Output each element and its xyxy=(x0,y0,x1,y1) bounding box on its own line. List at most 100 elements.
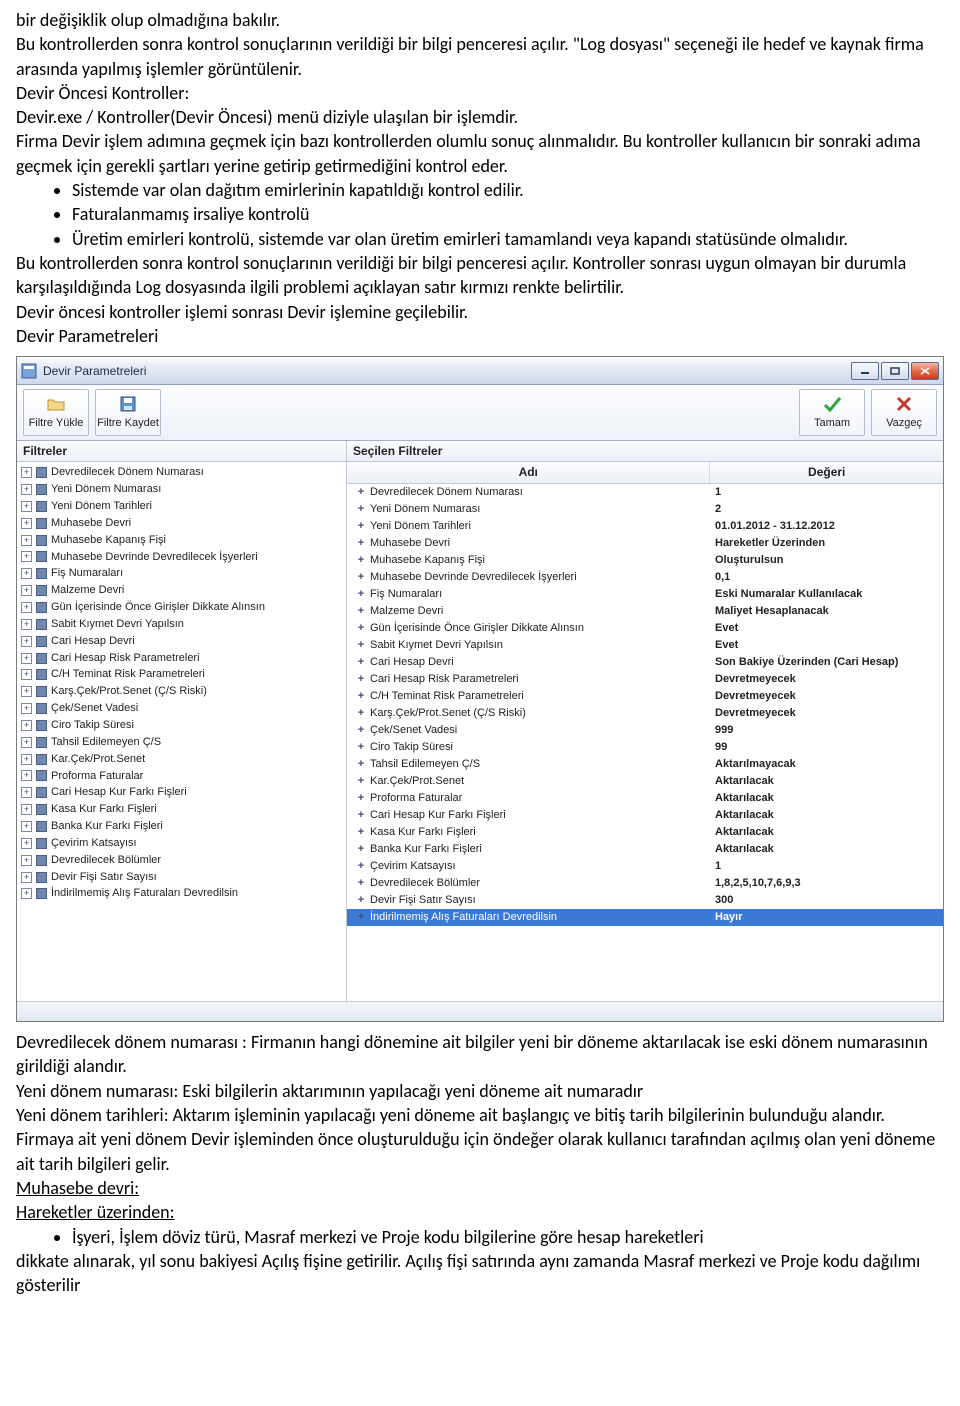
tree-item[interactable]: +Cari Hesap Kur Farkı Fişleri xyxy=(21,784,342,801)
grid-row[interactable]: +Muhasebe DevriHareketler Üzerinden xyxy=(347,535,943,552)
expand-icon[interactable]: + xyxy=(21,551,32,562)
expand-icon[interactable]: + xyxy=(355,620,367,637)
tree-item[interactable]: +Proforma Faturalar xyxy=(21,768,342,785)
tree-item[interactable]: +Tahsil Edilemeyen Ç/S xyxy=(21,734,342,751)
expand-icon[interactable]: + xyxy=(21,518,32,529)
expand-icon[interactable]: + xyxy=(21,855,32,866)
expand-icon[interactable]: + xyxy=(21,821,32,832)
grid-row[interactable]: +Cari Hesap Risk ParametreleriDevretmeye… xyxy=(347,671,943,688)
selected-filters-grid[interactable]: +Devredilecek Dönem Numarası1+Yeni Dönem… xyxy=(347,484,943,1002)
tree-item[interactable]: +Yeni Dönem Numarası xyxy=(21,481,342,498)
grid-col-value[interactable]: Değeri xyxy=(710,462,943,482)
grid-row[interactable]: +C/H Teminat Risk ParametreleriDevretmey… xyxy=(347,688,943,705)
expand-icon[interactable]: + xyxy=(21,720,32,731)
expand-icon[interactable]: + xyxy=(355,586,367,603)
filters-tree[interactable]: +Devredilecek Dönem Numarası+Yeni Dönem … xyxy=(17,462,346,1001)
expand-icon[interactable]: + xyxy=(355,603,367,620)
expand-icon[interactable]: + xyxy=(21,669,32,680)
expand-icon[interactable]: + xyxy=(21,602,32,613)
tree-item[interactable]: +Kar.Çek/Prot.Senet xyxy=(21,751,342,768)
tree-item[interactable]: +Malzeme Devri xyxy=(21,582,342,599)
cancel-button[interactable]: Vazgeç xyxy=(871,389,937,436)
expand-icon[interactable]: + xyxy=(21,467,32,478)
expand-icon[interactable]: + xyxy=(21,838,32,849)
tree-item[interactable]: +Devir Fişi Satır Sayısı xyxy=(21,869,342,886)
expand-icon[interactable]: + xyxy=(21,585,32,596)
grid-row[interactable]: +Devredilecek Bölümler1,8,2,5,10,7,6,9,3 xyxy=(347,875,943,892)
tree-item[interactable]: +Çek/Senet Vadesi xyxy=(21,700,342,717)
grid-row[interactable]: +Çevirim Katsayısı1 xyxy=(347,858,943,875)
grid-row[interactable]: +Fiş NumaralarıEski Numaralar Kullanılac… xyxy=(347,586,943,603)
expand-icon[interactable]: + xyxy=(355,705,367,722)
tree-item[interactable]: +Devredilecek Bölümler xyxy=(21,852,342,869)
grid-row[interactable]: +Banka Kur Farkı FişleriAktarılacak xyxy=(347,841,943,858)
tree-item[interactable]: +Cari Hesap Risk Parametreleri xyxy=(21,650,342,667)
expand-icon[interactable]: + xyxy=(355,909,367,926)
expand-icon[interactable]: + xyxy=(355,484,367,501)
grid-row[interactable]: +Karş.Çek/Prot.Senet (Ç/S Riski)Devretme… xyxy=(347,705,943,722)
expand-icon[interactable]: + xyxy=(355,790,367,807)
tree-item[interactable]: +İndirilmemiş Alış Faturaları Devredilsi… xyxy=(21,885,342,902)
expand-icon[interactable]: + xyxy=(355,722,367,739)
expand-icon[interactable]: + xyxy=(355,892,367,909)
tree-item[interactable]: +Banka Kur Farkı Fişleri xyxy=(21,818,342,835)
expand-icon[interactable]: + xyxy=(21,484,32,495)
expand-icon[interactable]: + xyxy=(355,841,367,858)
tree-item[interactable]: +Muhasebe Devrinde Devredilecek İşyerler… xyxy=(21,549,342,566)
expand-icon[interactable]: + xyxy=(355,756,367,773)
grid-row[interactable]: +Devredilecek Dönem Numarası1 xyxy=(347,484,943,501)
expand-icon[interactable]: + xyxy=(355,569,367,586)
expand-icon[interactable]: + xyxy=(355,858,367,875)
expand-icon[interactable]: + xyxy=(355,535,367,552)
expand-icon[interactable]: + xyxy=(21,568,32,579)
expand-icon[interactable]: + xyxy=(355,807,367,824)
grid-row[interactable]: +Yeni Dönem Numarası2 xyxy=(347,501,943,518)
expand-icon[interactable]: + xyxy=(355,637,367,654)
expand-icon[interactable]: + xyxy=(21,619,32,630)
grid-row[interactable]: +Çek/Senet Vadesi999 xyxy=(347,722,943,739)
grid-row[interactable]: +Malzeme DevriMaliyet Hesaplanacak xyxy=(347,603,943,620)
grid-row[interactable]: +Devir Fişi Satır Sayısı300 xyxy=(347,892,943,909)
expand-icon[interactable]: + xyxy=(21,754,32,765)
expand-icon[interactable]: + xyxy=(21,888,32,899)
ok-button[interactable]: Tamam xyxy=(799,389,865,436)
grid-row[interactable]: +Cari Hesap Kur Farkı FişleriAktarılacak xyxy=(347,807,943,824)
minimize-button[interactable] xyxy=(851,362,879,380)
expand-icon[interactable]: + xyxy=(21,636,32,647)
tree-item[interactable]: +Devredilecek Dönem Numarası xyxy=(21,464,342,481)
expand-icon[interactable]: + xyxy=(355,824,367,841)
expand-icon[interactable]: + xyxy=(355,552,367,569)
expand-icon[interactable]: + xyxy=(355,518,367,535)
expand-icon[interactable]: + xyxy=(355,773,367,790)
expand-icon[interactable]: + xyxy=(21,703,32,714)
grid-row[interactable]: +Muhasebe Kapanış FişiOluşturulsun xyxy=(347,552,943,569)
titlebar[interactable]: Devir Parametreleri xyxy=(17,357,943,385)
grid-row[interactable]: +Gün İçerisinde Önce Girişler Dikkate Al… xyxy=(347,620,943,637)
tree-item[interactable]: +C/H Teminat Risk Parametreleri xyxy=(21,666,342,683)
grid-row[interactable]: +Kar.Çek/Prot.SenetAktarılacak xyxy=(347,773,943,790)
tree-item[interactable]: +Muhasebe Kapanış Fişi xyxy=(21,532,342,549)
expand-icon[interactable]: + xyxy=(21,501,32,512)
filter-load-button[interactable]: Filtre Yükle xyxy=(23,389,89,436)
expand-icon[interactable]: + xyxy=(21,770,32,781)
tree-item[interactable]: +Gün İçerisinde Önce Girişler Dikkate Al… xyxy=(21,599,342,616)
expand-icon[interactable]: + xyxy=(355,654,367,671)
grid-row[interactable]: +Yeni Dönem Tarihleri01.01.2012 - 31.12.… xyxy=(347,518,943,535)
grid-row[interactable]: +Tahsil Edilemeyen Ç/SAktarılmayacak xyxy=(347,756,943,773)
tree-item[interactable]: +Çevirim Katsayısı xyxy=(21,835,342,852)
grid-row[interactable]: +Ciro Takip Süresi99 xyxy=(347,739,943,756)
grid-row[interactable]: +Kasa Kur Farkı FişleriAktarılacak xyxy=(347,824,943,841)
expand-icon[interactable]: + xyxy=(21,653,32,664)
tree-item[interactable]: +Kasa Kur Farkı Fişleri xyxy=(21,801,342,818)
maximize-button[interactable] xyxy=(881,362,909,380)
grid-row[interactable]: +Muhasebe Devrinde Devredilecek İşyerler… xyxy=(347,569,943,586)
tree-item[interactable]: +Muhasebe Devri xyxy=(21,515,342,532)
tree-item[interactable]: +Fiş Numaraları xyxy=(21,565,342,582)
expand-icon[interactable]: + xyxy=(355,671,367,688)
expand-icon[interactable]: + xyxy=(21,535,32,546)
grid-row[interactable]: +Sabit Kıymet Devri YapılsınEvet xyxy=(347,637,943,654)
grid-col-name[interactable]: Adı xyxy=(347,462,710,482)
expand-icon[interactable]: + xyxy=(21,737,32,748)
tree-item[interactable]: +Yeni Dönem Tarihleri xyxy=(21,498,342,515)
expand-icon[interactable]: + xyxy=(21,686,32,697)
